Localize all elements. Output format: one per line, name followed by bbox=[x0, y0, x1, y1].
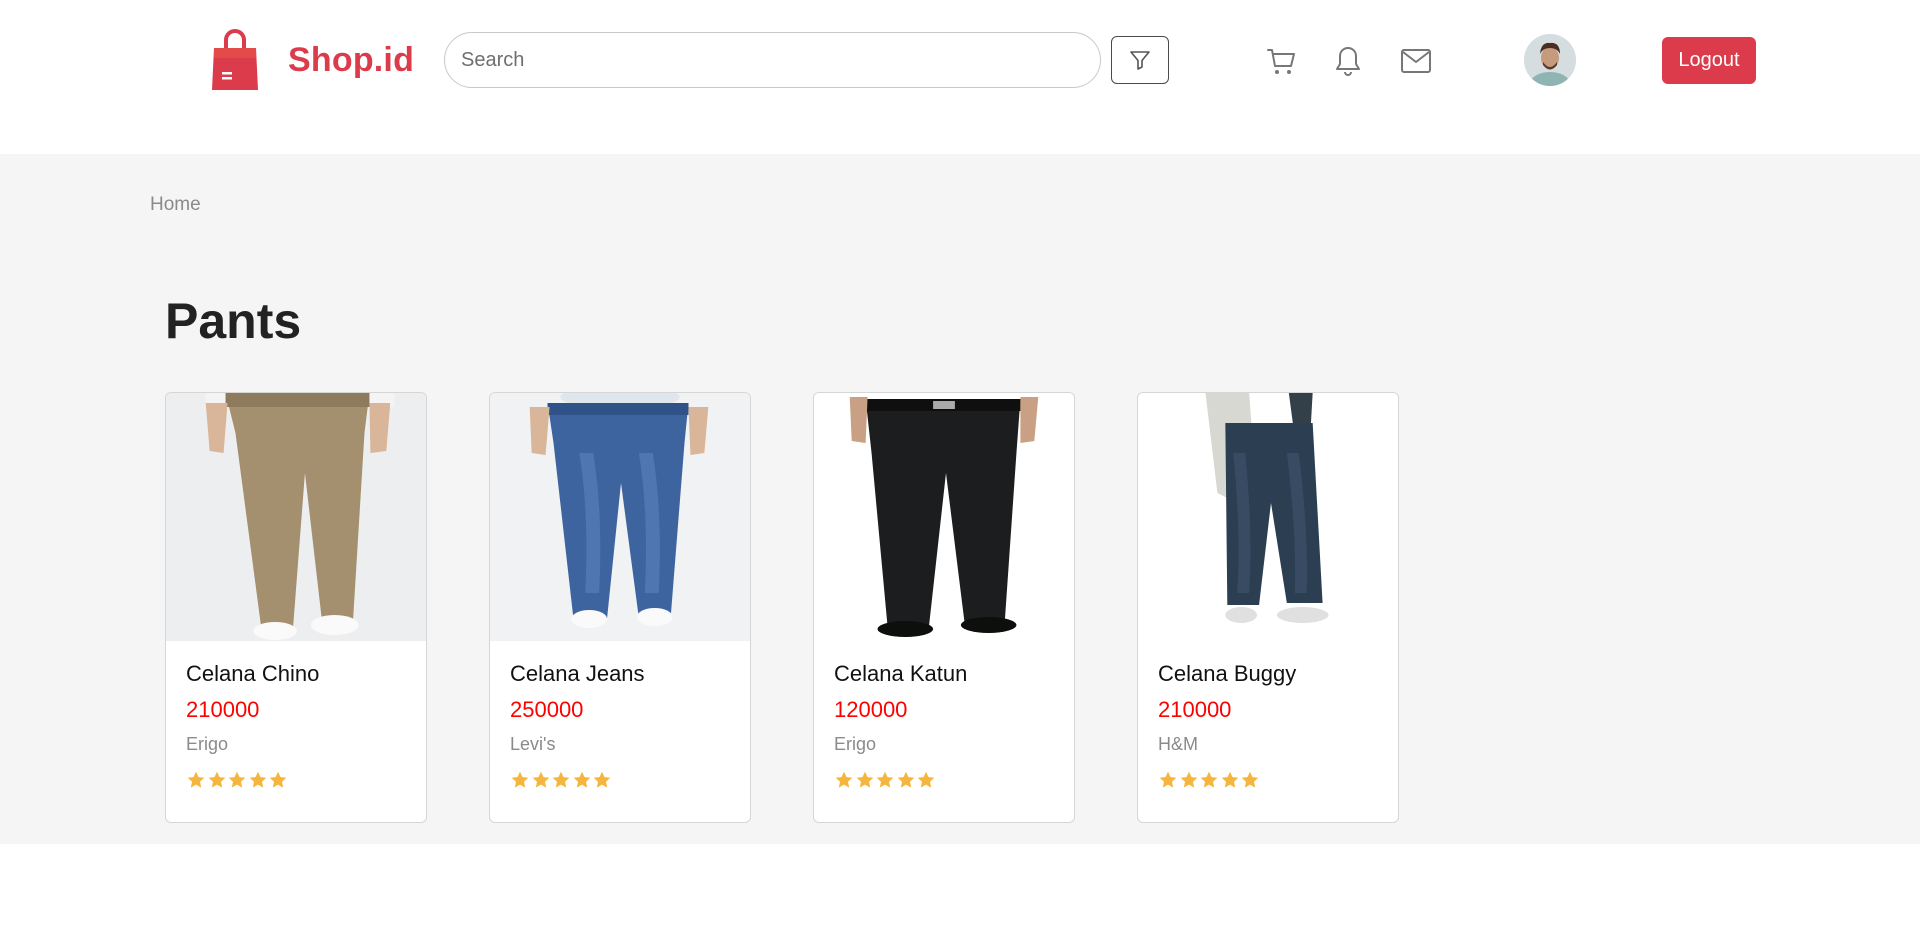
star-icon bbox=[573, 771, 590, 788]
funnel-icon bbox=[1130, 51, 1150, 70]
star-icon bbox=[1221, 771, 1238, 788]
product-name: Celana Buggy bbox=[1158, 661, 1297, 686]
product-card[interactable]: Celana Jeans 250000 Levi's bbox=[489, 392, 751, 823]
product-image-jeans bbox=[490, 393, 750, 641]
star-icon bbox=[897, 771, 914, 788]
brand-name: Shop.id bbox=[288, 40, 415, 79]
rating-stars bbox=[186, 770, 289, 790]
star-icon bbox=[249, 771, 266, 788]
rating-stars bbox=[834, 770, 937, 790]
product-name: Celana Katun bbox=[834, 661, 968, 686]
cart-icon bbox=[1267, 49, 1295, 74]
cart-button[interactable] bbox=[1264, 44, 1298, 78]
notifications-button[interactable] bbox=[1331, 44, 1365, 78]
star-icon bbox=[1180, 771, 1197, 788]
star-icon bbox=[208, 771, 225, 788]
product-brand: Erigo bbox=[834, 734, 877, 754]
product-brand: H&M bbox=[1158, 734, 1198, 754]
star-icon bbox=[187, 771, 205, 788]
filter-button[interactable] bbox=[1111, 36, 1169, 84]
star-icon bbox=[1200, 771, 1218, 788]
main-content: Home Pants Celana Chino 210000 Erigo Cel… bbox=[0, 154, 1920, 844]
star-icon bbox=[532, 771, 549, 788]
star-icon bbox=[835, 771, 853, 788]
star-icon bbox=[1159, 771, 1177, 788]
star-icon bbox=[228, 771, 246, 788]
star-icon bbox=[856, 771, 873, 788]
star-icon bbox=[269, 771, 287, 788]
product-price: 250000 bbox=[510, 697, 584, 722]
product-price: 210000 bbox=[186, 697, 260, 722]
product-card[interactable]: Celana Katun 120000 Erigo bbox=[813, 392, 1075, 823]
star-icon bbox=[876, 771, 894, 788]
product-price: 210000 bbox=[1158, 697, 1232, 722]
product-brand: Erigo bbox=[186, 734, 229, 754]
product-image-chino bbox=[166, 393, 426, 641]
page-title: Pants bbox=[165, 293, 302, 349]
messages-button[interactable] bbox=[1399, 44, 1433, 78]
bell-icon bbox=[1336, 47, 1360, 76]
star-icon bbox=[552, 771, 570, 788]
product-card[interactable]: Celana Buggy 210000 H&M bbox=[1137, 392, 1399, 823]
star-icon bbox=[917, 771, 935, 788]
product-image-buggy bbox=[1138, 393, 1398, 641]
product-card[interactable]: Celana Chino 210000 Erigo bbox=[165, 392, 427, 823]
envelope-icon bbox=[1401, 49, 1431, 73]
product-name: Celana Chino bbox=[186, 661, 320, 686]
breadcrumb-home[interactable]: Home bbox=[150, 194, 201, 216]
product-image-katun bbox=[814, 393, 1074, 641]
top-navbar: Shop.id Logout bbox=[0, 0, 1920, 154]
star-icon bbox=[511, 771, 529, 788]
brand-logo[interactable]: Shop.id bbox=[210, 28, 414, 92]
star-icon bbox=[1241, 771, 1259, 788]
product-brand: Levi's bbox=[510, 734, 556, 754]
logout-button[interactable]: Logout bbox=[1662, 37, 1756, 84]
rating-stars bbox=[1158, 770, 1261, 790]
product-name: Celana Jeans bbox=[510, 661, 645, 686]
product-price: 120000 bbox=[834, 697, 908, 722]
search-input[interactable] bbox=[444, 32, 1101, 88]
star-icon bbox=[593, 771, 611, 788]
user-avatar-image bbox=[1524, 34, 1576, 86]
shopping-bag-icon bbox=[212, 29, 258, 90]
avatar[interactable] bbox=[1524, 34, 1576, 86]
rating-stars bbox=[510, 770, 613, 790]
